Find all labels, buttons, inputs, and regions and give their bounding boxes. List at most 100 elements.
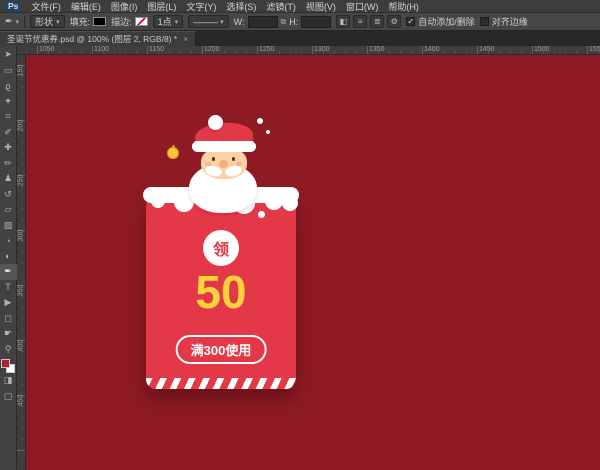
menu-item[interactable]: 窗口(W) bbox=[346, 0, 379, 13]
color-swatches bbox=[1, 359, 15, 373]
tool-options-bar: ✒ ▾ 形状 ▾ 填充: 描边: 1点 ▾ ——— ▾ W: ⧉ H: ◧ ≡ … bbox=[0, 13, 600, 31]
menu-item[interactable]: 选择(S) bbox=[226, 0, 256, 13]
eraser-tool[interactable]: ▱ bbox=[0, 202, 17, 218]
link-dimensions-icon[interactable]: ⧉ bbox=[281, 17, 287, 27]
gradient-tool[interactable]: ▨ bbox=[0, 218, 17, 234]
type-tool[interactable]: T bbox=[0, 280, 17, 296]
canvas[interactable]: 领 50 满300使用 bbox=[26, 55, 600, 470]
tool-mode-value: 形状 bbox=[35, 15, 53, 28]
tools-panel: ➤▭ϱ✦⌗✐✚✏♟↺▱▨◔◐✒T▶◻☛⚲ ◨▢ bbox=[0, 46, 17, 470]
foreground-color-swatch[interactable] bbox=[1, 359, 10, 368]
ruler-number: 200 bbox=[18, 116, 25, 136]
bottom-tool-list: ◨▢ bbox=[0, 373, 17, 404]
ruler-number: 350 bbox=[18, 281, 25, 301]
crop-tool[interactable]: ⌗ bbox=[0, 109, 17, 125]
ruler-number: 1500 bbox=[532, 46, 550, 54]
ruler-number: 400 bbox=[18, 336, 25, 356]
shape-tool[interactable]: ◻ bbox=[0, 311, 17, 327]
fill-color-swatch[interactable] bbox=[93, 17, 106, 26]
tool-preset-picker[interactable]: ✒ ▾ bbox=[5, 16, 19, 27]
ruler-horizontal[interactable]: 1050110011501200125013001350140014501500… bbox=[17, 46, 600, 55]
coupon-badge: 领 bbox=[203, 230, 239, 266]
pen-tool[interactable]: ✒ bbox=[0, 264, 17, 280]
align-edges-checkbox[interactable] bbox=[480, 17, 489, 26]
ruler-number: 1050 bbox=[37, 46, 55, 54]
menu-item[interactable]: 图层(L) bbox=[147, 0, 176, 13]
stroke-type-select[interactable]: ——— ▾ bbox=[188, 15, 229, 28]
brush-tool[interactable]: ✏ bbox=[0, 156, 17, 172]
close-icon[interactable]: × bbox=[183, 34, 188, 44]
blur-tool[interactable]: ◔ bbox=[0, 233, 17, 249]
menu-item[interactable]: 视图(V) bbox=[306, 0, 336, 13]
height-label: H: bbox=[289, 17, 298, 27]
ruler-number: 1250 bbox=[257, 46, 275, 54]
ruler-vertical[interactable]: 150200250300350400450 bbox=[17, 55, 26, 470]
ruler-number: 150 bbox=[18, 61, 25, 81]
stroke-label: 描边: bbox=[111, 15, 132, 28]
eyedropper-tool[interactable]: ✐ bbox=[0, 125, 17, 141]
divider bbox=[24, 16, 25, 28]
santa-illustration bbox=[175, 117, 267, 213]
ruler-number: 1300 bbox=[312, 46, 330, 54]
ruler-number: 1350 bbox=[367, 46, 385, 54]
ruler-number: 300 bbox=[18, 226, 25, 246]
lasso-tool[interactable]: ϱ bbox=[0, 78, 17, 94]
chevron-down-icon: ▾ bbox=[220, 18, 224, 26]
quick-selection-tool[interactable]: ✦ bbox=[0, 94, 17, 110]
coupon-artwork: 领 50 满300使用 bbox=[146, 117, 296, 389]
document-tab[interactable]: 圣诞节优惠券.psd @ 100% (图层 2, RGB/8) * × bbox=[0, 31, 196, 46]
screen-mode-button[interactable]: ▢ bbox=[0, 389, 17, 405]
coupon-condition: 满300使用 bbox=[176, 335, 267, 364]
stroke-color-swatch[interactable] bbox=[135, 17, 148, 26]
coupon-stripe bbox=[146, 378, 296, 389]
santa-eye bbox=[212, 157, 215, 161]
auto-add-remove-checkbox[interactable]: ✓ bbox=[406, 17, 415, 26]
santa-eye bbox=[232, 157, 235, 161]
document-tab-bar: 圣诞节优惠券.psd @ 100% (图层 2, RGB/8) * × bbox=[0, 31, 600, 46]
path-arrangement-icon[interactable]: ≣ bbox=[370, 15, 384, 28]
rectangular-marquee-tool[interactable]: ▭ bbox=[0, 63, 17, 79]
geometry-settings-icon[interactable]: ⚙ bbox=[387, 15, 401, 28]
tool-mode-select[interactable]: 形状 ▾ bbox=[30, 15, 65, 28]
santa-hat-pom bbox=[208, 115, 223, 130]
chevron-down-icon: ▾ bbox=[56, 18, 60, 26]
chevron-down-icon: ▾ bbox=[175, 18, 179, 26]
fill-label: 填充: bbox=[70, 15, 91, 28]
chevron-down-icon: ▾ bbox=[16, 18, 20, 26]
move-tool[interactable]: ➤ bbox=[0, 47, 17, 63]
document-area: 1050110011501200125013001350140014501500… bbox=[17, 46, 600, 470]
clone-stamp-tool[interactable]: ♟ bbox=[0, 171, 17, 187]
path-alignment-icon[interactable]: ≡ bbox=[353, 15, 367, 28]
menu-item[interactable]: 文件(F) bbox=[31, 0, 61, 13]
zoom-tool[interactable]: ⚲ bbox=[0, 342, 17, 358]
dodge-tool[interactable]: ◐ bbox=[0, 249, 17, 265]
width-input[interactable] bbox=[248, 16, 278, 28]
line-style-icon: ——— bbox=[193, 17, 217, 27]
menu-bar: Ps 文件(F)编辑(E)图像(I)图层(L)文字(Y)选择(S)滤镜(T)视图… bbox=[0, 0, 600, 13]
path-selection-tool[interactable]: ▶ bbox=[0, 295, 17, 311]
quick-mask-button[interactable]: ◨ bbox=[0, 373, 17, 389]
menu-item[interactable]: 文字(Y) bbox=[186, 0, 216, 13]
hand-tool[interactable]: ☛ bbox=[0, 326, 17, 342]
menu-items: 文件(F) 编辑(E) 图像(I) 图层(L) 文字(Y) 选择(S) 滤镜(T) 视图(V)… bbox=[31, 0, 419, 13]
santa-nose bbox=[219, 160, 228, 168]
stroke-width-value: 1点 bbox=[158, 15, 172, 28]
height-input[interactable] bbox=[301, 16, 331, 28]
stroke-width-select[interactable]: 1点 ▾ bbox=[153, 15, 184, 28]
history-brush-tool[interactable]: ↺ bbox=[0, 187, 17, 203]
healing-brush-tool[interactable]: ✚ bbox=[0, 140, 17, 156]
menu-item[interactable]: 滤镜(T) bbox=[266, 0, 296, 13]
document-title: 圣诞节优惠券.psd @ 100% (图层 2, RGB/8) * bbox=[7, 33, 177, 45]
ruler-number: 1550 bbox=[587, 46, 600, 54]
ruler-number: 450 bbox=[18, 391, 25, 411]
auto-add-remove-label: 自动添加/删除 bbox=[418, 15, 475, 28]
path-operations-icon[interactable]: ◧ bbox=[336, 15, 350, 28]
coupon-amount: 50 bbox=[146, 269, 296, 315]
coupon-envelope: 领 50 满300使用 bbox=[146, 197, 296, 389]
menu-item[interactable]: 编辑(E) bbox=[71, 0, 101, 13]
ruler-number: 1150 bbox=[147, 46, 164, 54]
santa-hat-trim bbox=[192, 141, 256, 152]
menu-item[interactable]: 帮助(H) bbox=[388, 0, 419, 13]
width-label: W: bbox=[234, 17, 245, 27]
menu-item[interactable]: 图像(I) bbox=[111, 0, 138, 13]
